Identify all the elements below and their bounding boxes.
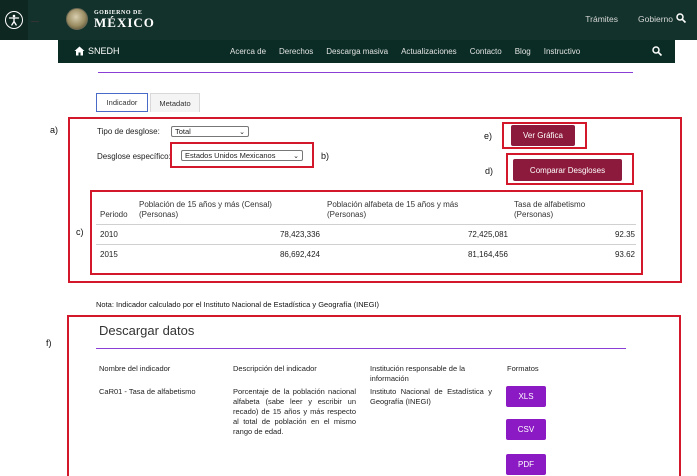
nav-acerca-de[interactable]: Acerca de (230, 47, 266, 56)
tipo-desglose-label: Tipo de desglose: (97, 127, 160, 136)
nav-descarga-masiva[interactable]: Descarga masiva (326, 47, 388, 56)
comparar-desgloses-button[interactable]: Comparar Desgloses (513, 159, 622, 181)
tipo-desglose-value: Total (175, 127, 191, 136)
nav-actualizaciones[interactable]: Actualizaciones (401, 47, 457, 56)
download-header-formatos: Formatos (507, 364, 539, 373)
chevron-down-icon: ⌄ (293, 152, 299, 160)
table-row-divider (96, 244, 636, 245)
government-header: GOBIERNO DE MÉXICO Trámites Gobierno (0, 0, 697, 40)
nav-derechos[interactable]: Derechos (279, 47, 313, 56)
download-title: Descargar datos (99, 323, 195, 338)
download-header-institucion: Institución responsable de la informació… (370, 364, 466, 383)
cell-tasa: 92.35 (614, 230, 635, 239)
link-tramites[interactable]: Trámites (585, 14, 618, 24)
nav-search-icon[interactable] (651, 45, 663, 59)
main-navbar: SNEDH Acerca de Derechos Descarga masiva… (58, 40, 675, 63)
download-divider (96, 348, 626, 349)
cell-tasa: 93.62 (614, 250, 635, 259)
annotation-a: a) (50, 125, 59, 135)
download-header-nombre: Nombre del indicador (99, 364, 171, 373)
ver-grafica-button[interactable]: Ver Gráfica (511, 125, 575, 146)
desglose-especifico-label: Desglose específico: (97, 152, 171, 161)
logo-big-text: MÉXICO (94, 14, 155, 30)
annotation-e: e) (484, 131, 493, 141)
cell-alfabeta: 81,164,456 (467, 250, 508, 259)
indicator-institution: Instituto Nacional de Estadística y Geog… (370, 387, 492, 406)
download-csv-button[interactable]: CSV (506, 419, 546, 440)
nav-instructivo[interactable]: Instructivo (544, 47, 580, 56)
table-header-divider (96, 224, 636, 225)
annotation-b: b) (321, 151, 330, 161)
search-icon[interactable] (675, 12, 687, 26)
header-periodo: Periodo (100, 210, 128, 219)
cell-periodo: 2015 (100, 250, 118, 259)
annotation-c: c) (76, 227, 84, 237)
download-xls-button[interactable]: XLS (506, 386, 546, 407)
annotation-f: f) (46, 338, 52, 348)
download-pdf-button[interactable]: PDF (506, 454, 546, 475)
download-header-descripcion: Descripción del indicador (233, 364, 317, 373)
nav-blog[interactable]: Blog (515, 47, 531, 56)
home-icon[interactable] (74, 46, 85, 58)
link-gobierno[interactable]: Gobierno (638, 14, 673, 24)
indicator-description: Porcentaje de la población nacional alfa… (233, 387, 356, 436)
desglose-especifico-value: Estados Unidos Mexicanos (185, 151, 276, 160)
cell-poblacion: 78,423,336 (279, 230, 320, 239)
chevron-down-icon: ⌄ (239, 128, 245, 136)
section-divider (98, 72, 633, 73)
indicator-name: CaR01 - Tasa de alfabetismo (99, 387, 196, 396)
divider-dash (31, 21, 39, 22)
cell-periodo: 2010 (100, 230, 118, 239)
cell-alfabeta: 72,425,081 (467, 230, 508, 239)
header-poblacion-censal: Población de 15 años y más (Censal) (Per… (139, 200, 272, 219)
accessibility-icon (5, 11, 23, 29)
brand-snedh[interactable]: SNEDH (88, 46, 120, 56)
header-tasa-alfabetismo: Tasa de alfabetismo (Personas) (514, 200, 586, 219)
desglose-especifico-select[interactable]: Estados Unidos Mexicanos ⌄ (181, 150, 303, 161)
eagle-emblem-icon (66, 8, 88, 30)
tipo-desglose-select[interactable]: Total ⌄ (171, 126, 249, 137)
gobierno-mexico-logo[interactable]: GOBIERNO DE MÉXICO (66, 8, 155, 30)
nav-contacto[interactable]: Contacto (470, 47, 502, 56)
tab-metadato[interactable]: Metadato (150, 93, 200, 112)
accessibility-button[interactable] (0, 0, 28, 40)
inegi-note: Nota: Indicador calculado por el Institu… (96, 300, 380, 309)
header-poblacion-alfabeta: Población alfabeta de 15 años y más (Per… (327, 200, 459, 219)
tab-indicador[interactable]: Indicador (96, 93, 148, 112)
cell-poblacion: 86,692,424 (279, 250, 320, 259)
annotation-d: d) (485, 166, 494, 176)
